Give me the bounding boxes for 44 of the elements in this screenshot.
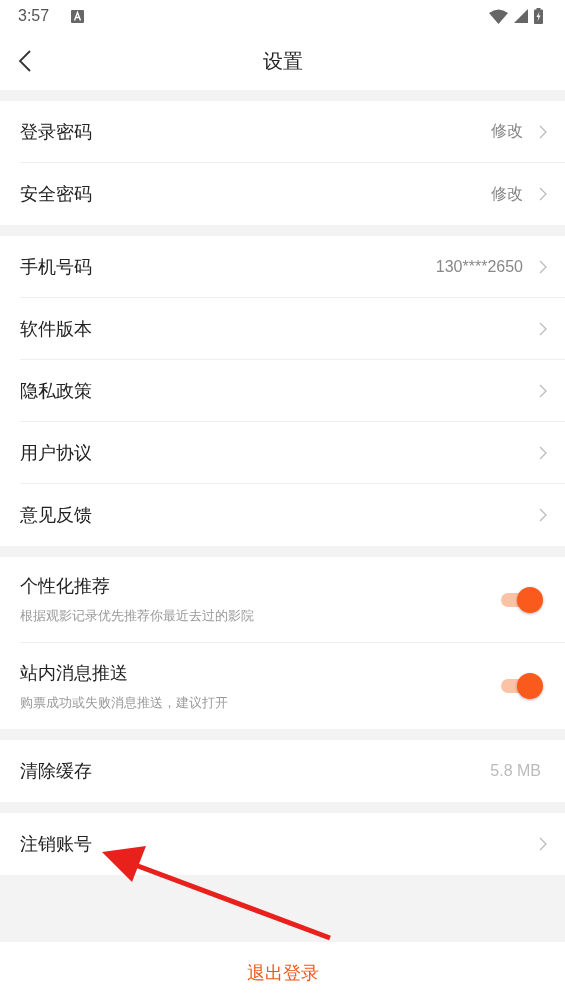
row-label: 意见反馈 — [20, 503, 92, 527]
settings-row[interactable]: 个性化推荐 根据观影记录优先推荐你最近去过的影院 — [20, 557, 565, 643]
chevron-right-icon — [539, 445, 547, 460]
back-button[interactable] — [18, 49, 32, 73]
signal-icon — [514, 9, 528, 23]
row-label: 用户协议 — [20, 440, 92, 465]
settings-row[interactable]: 登录密码 修改 — [20, 101, 565, 163]
row-label: 登录密码 — [20, 119, 92, 144]
wifi-icon — [489, 8, 508, 24]
logout-button[interactable]: 退出登录 — [0, 942, 565, 1004]
battery-icon — [534, 8, 543, 24]
row-label: 隐私政策 — [20, 378, 92, 403]
chevron-right-icon — [539, 124, 547, 139]
row-value: 修改 — [491, 121, 523, 141]
chevron-right-icon — [539, 837, 547, 851]
chevron-right-icon — [539, 321, 547, 336]
chevron-right-icon — [539, 259, 547, 274]
settings-row[interactable]: 手机号码 130****2650 — [20, 236, 565, 298]
settings-row[interactable]: 隐私政策 — [20, 360, 565, 422]
settings-row[interactable]: 安全密码 修改 — [20, 163, 565, 225]
row-label: 手机号码 — [20, 254, 92, 279]
chevron-right-icon — [539, 383, 547, 398]
row-label: 个性化推荐 — [20, 574, 111, 598]
keyboard-notification-icon — [71, 9, 85, 23]
status-time: 3:57 — [18, 7, 50, 25]
row-label: 注销账号 — [20, 832, 92, 856]
toggle-switch[interactable] — [501, 672, 543, 700]
row-value: 130****2650 — [435, 257, 523, 276]
toggle-switch[interactable] — [501, 585, 543, 614]
row-label: 站内消息推送 — [20, 660, 129, 685]
row-label: 软件版本 — [20, 316, 92, 341]
row-label: 清除缓存 — [20, 759, 92, 783]
chevron-right-icon — [539, 187, 547, 201]
chevron-right-icon — [539, 508, 547, 522]
row-description: 根据观影记录优先推荐你最近去过的影院 — [20, 607, 255, 625]
settings-row[interactable]: 意见反馈 — [20, 484, 565, 546]
row-label: 安全密码 — [20, 182, 92, 206]
settings-row[interactable]: 站内消息推送 购票成功或失败消息推送，建议打开 — [20, 643, 565, 729]
row-value: 修改 — [491, 183, 523, 204]
settings-row[interactable]: 软件版本 — [20, 298, 565, 360]
settings-row[interactable]: 用户协议 — [20, 422, 565, 484]
row-value: 5.8 MB — [490, 762, 541, 780]
page-title: 设置 — [262, 47, 303, 75]
row-description: 购票成功或失败消息推送，建议打开 — [20, 693, 229, 712]
